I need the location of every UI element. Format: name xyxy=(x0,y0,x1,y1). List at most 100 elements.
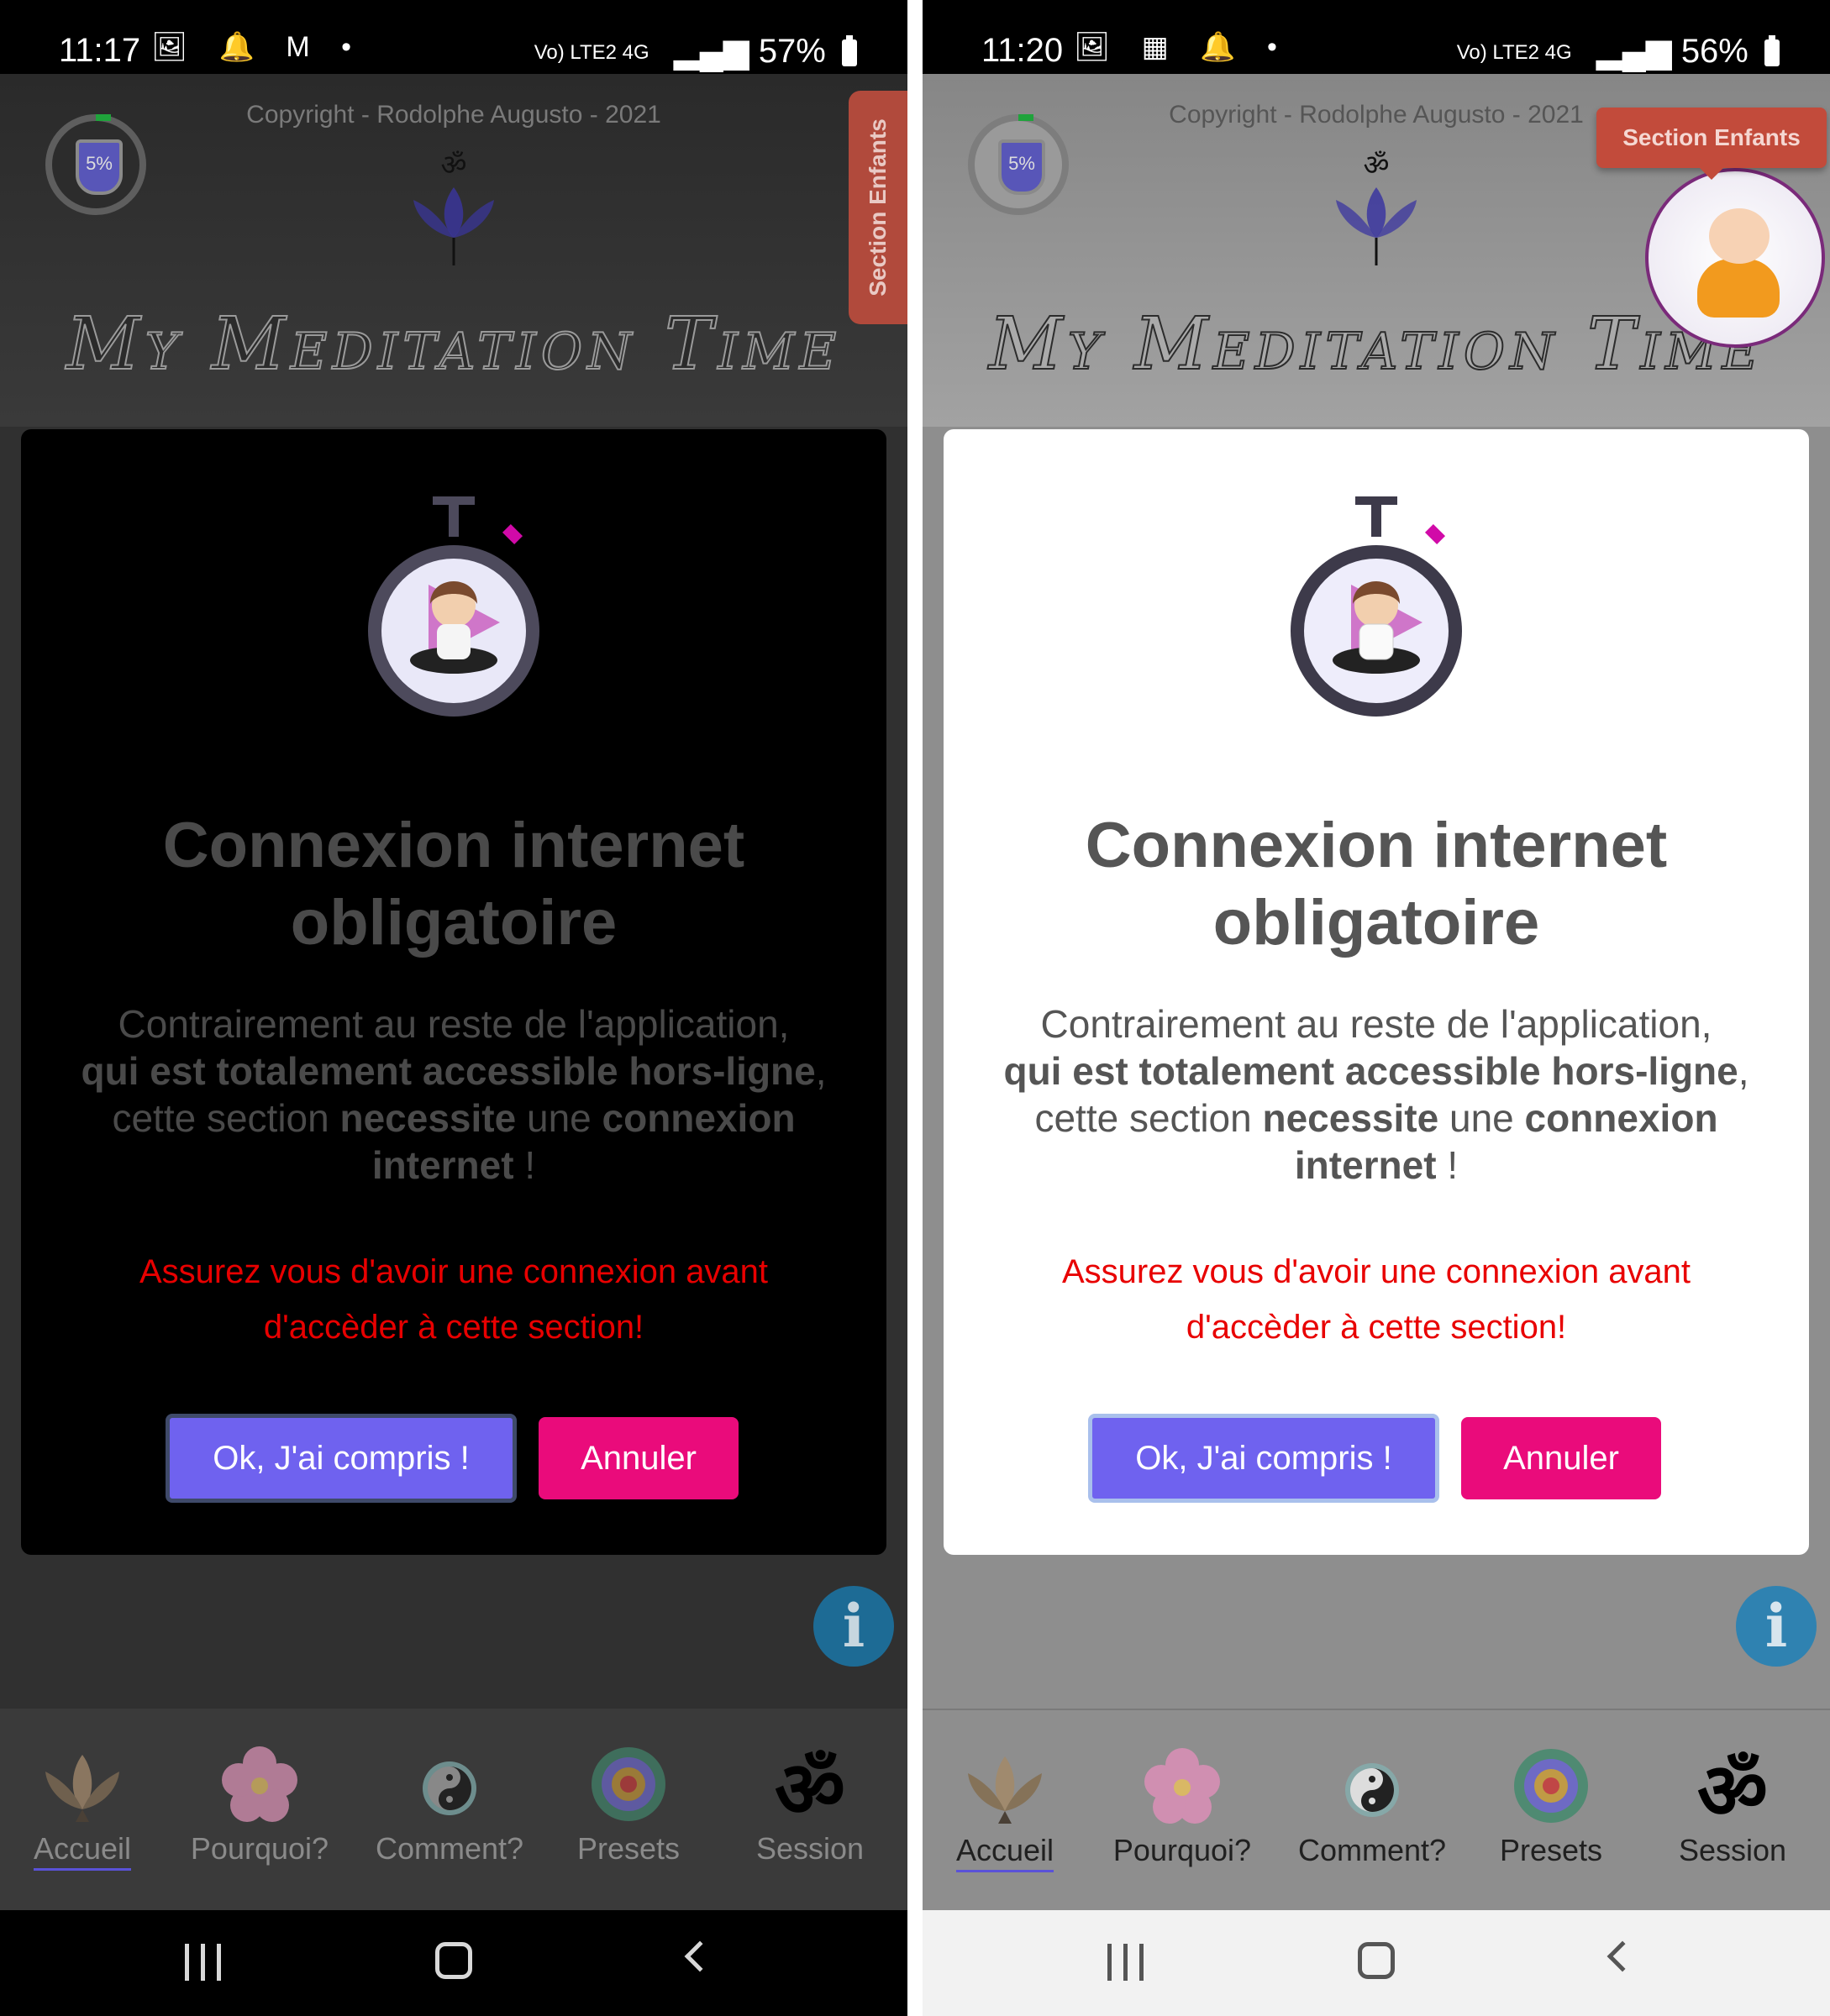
ok-understood-button[interactable]: Ok, J'ai compris ! xyxy=(1088,1414,1439,1503)
body-text: cette section xyxy=(1034,1096,1252,1140)
nav-item-session[interactable]: ॐ Session xyxy=(1635,1710,1830,1912)
nav-item-presets[interactable]: Presets xyxy=(544,1709,713,1910)
modal-warning: Assurez vous d'avoir une connexion avant… xyxy=(1061,1253,1691,1346)
nav-item-comment[interactable]: Comment? xyxy=(355,1709,544,1910)
notification-icons: 🖼 🔔 M • xyxy=(151,31,364,63)
system-navigation-bar xyxy=(0,1910,907,2016)
bottom-navigation: Accueil Pourquoi? Comment? Presets ॐ Ses… xyxy=(0,1709,907,1910)
nav-item-pourquoi[interactable]: Pourquoi? xyxy=(1087,1710,1277,1912)
active-indicator xyxy=(34,1868,131,1871)
nav-label: Pourquoi? xyxy=(1112,1833,1252,1867)
phone-screen-dark: 11:17 🖼 🔔 M • Vo) LTE2 4G ▂▄▆ 57% Copyri… xyxy=(0,0,907,2016)
internet-required-modal: Connexion internet obligatoire Contraire… xyxy=(944,429,1809,1555)
om-icon: ॐ xyxy=(775,1745,845,1826)
status-right: Vo) LTE2 4G ▂▄▆ 56% xyxy=(1457,32,1780,71)
app-title: My Meditation Time xyxy=(66,302,842,387)
svg-text:ॐ: ॐ xyxy=(775,1745,845,1826)
internet-required-modal: Connexion internet obligatoire Contraire… xyxy=(21,429,886,1555)
active-indicator xyxy=(956,1870,1054,1872)
network-icon: Vo) LTE2 4G xyxy=(534,41,649,65)
modal-body: Contrairement au reste de l'application,… xyxy=(977,1000,1775,1189)
modal-title: Connexion internet obligatoire xyxy=(1085,810,1668,958)
kids-section-label: Section Enfants xyxy=(865,118,891,297)
nav-label: Pourquoi? xyxy=(190,1831,329,1866)
phone-screen-light: 11:20 🖼 ▦ 🔔 • Vo) LTE2 4G ▂▄▆ 56% Copyri… xyxy=(923,0,1830,2016)
om-icon: ॐ xyxy=(1697,1746,1768,1828)
body-exclamation: ! xyxy=(1447,1143,1459,1187)
status-right: Vo) LTE2 4G ▂▄▆ 57% xyxy=(534,32,857,71)
shield-icon: 5% xyxy=(76,139,123,195)
mandala-icon xyxy=(592,1747,665,1821)
body-text: une xyxy=(526,1096,592,1140)
body-comma: , xyxy=(1738,1049,1749,1093)
nav-label: Presets xyxy=(1499,1833,1603,1867)
progress-arc xyxy=(1018,114,1033,121)
yin-yang-icon xyxy=(1345,1763,1399,1817)
nav-label: Session xyxy=(755,1831,865,1866)
cancel-button[interactable]: Annuler xyxy=(539,1417,739,1499)
network-icon: Vo) LTE2 4G xyxy=(1456,41,1572,65)
svg-text:ॐ: ॐ xyxy=(1363,149,1389,182)
info-icon[interactable]: i xyxy=(1736,1586,1817,1667)
signal-icon: ▂▄▆ xyxy=(673,33,749,70)
monk-body xyxy=(1697,259,1780,318)
baby-monk-icon xyxy=(1709,208,1770,264)
bottom-navigation: Accueil Pourquoi? Comment? Presets ॐ Ses… xyxy=(923,1709,1830,1912)
recent-apps-icon[interactable] xyxy=(185,1944,222,1981)
ok-understood-button[interactable]: Ok, J'ai compris ! xyxy=(166,1414,517,1503)
body-bold-necessite: necessite xyxy=(339,1096,517,1140)
body-text: cette section xyxy=(112,1096,329,1140)
cancel-button[interactable]: Annuler xyxy=(1461,1417,1661,1499)
back-icon[interactable] xyxy=(684,1940,716,1972)
home-icon[interactable] xyxy=(435,1942,472,1979)
lotus-icon xyxy=(968,1756,1042,1824)
recent-apps-icon[interactable] xyxy=(1107,1944,1144,1981)
kids-section-tooltip[interactable]: Section Enfants xyxy=(1596,108,1827,180)
progress-badge[interactable]: 5% xyxy=(968,114,1069,215)
screen-divider xyxy=(907,0,923,2016)
status-bar: 11:17 🖼 🔔 M • Vo) LTE2 4G ▂▄▆ 57% xyxy=(0,0,907,74)
progress-arc xyxy=(96,114,111,121)
battery-percent: 56% xyxy=(1680,33,1748,70)
nav-label: Comment? xyxy=(375,1831,524,1866)
status-bar: 11:20 🖼 ▦ 🔔 • Vo) LTE2 4G ▂▄▆ 56% xyxy=(923,0,1830,74)
body-text: Contrairement au reste de l'application, xyxy=(118,1002,790,1046)
battery-icon xyxy=(1764,35,1780,67)
meditation-timer-icon xyxy=(1291,496,1462,717)
meditation-timer-icon xyxy=(368,496,539,717)
lotus-icon xyxy=(45,1755,119,1822)
notification-icons: 🖼 ▦ 🔔 • xyxy=(1074,31,1289,63)
flower-icon xyxy=(222,1746,297,1822)
status-time: 11:17 xyxy=(59,32,141,69)
modal-warning: Assurez vous d'avoir une connexion avant… xyxy=(139,1253,769,1346)
nav-item-accueil[interactable]: Accueil xyxy=(0,1709,165,1910)
body-comma: , xyxy=(815,1049,827,1093)
nav-item-comment[interactable]: Comment? xyxy=(1277,1710,1467,1912)
battery-icon xyxy=(842,35,857,67)
home-icon[interactable] xyxy=(1358,1942,1395,1979)
shield-icon: 5% xyxy=(998,139,1045,195)
system-navigation-bar xyxy=(923,1910,1830,2016)
svg-text:ॐ: ॐ xyxy=(440,149,466,182)
nav-item-session[interactable]: ॐ Session xyxy=(713,1709,907,1910)
om-lotus-logo-icon: ॐ xyxy=(413,149,494,265)
svg-text:ॐ: ॐ xyxy=(1697,1746,1768,1828)
nav-label: Presets xyxy=(576,1831,681,1866)
nav-label: Accueil xyxy=(33,1831,132,1866)
nav-item-pourquoi[interactable]: Pourquoi? xyxy=(165,1709,355,1910)
back-icon[interactable] xyxy=(1607,1940,1638,1972)
nav-label: Comment? xyxy=(1297,1833,1447,1867)
progress-badge[interactable]: 5% xyxy=(45,114,146,215)
nav-item-presets[interactable]: Presets xyxy=(1467,1710,1635,1912)
om-lotus-logo-icon: ॐ xyxy=(1336,149,1417,265)
signal-icon: ▂▄▆ xyxy=(1596,33,1672,70)
mandala-icon xyxy=(1514,1749,1588,1823)
info-icon[interactable]: i xyxy=(813,1586,894,1667)
kids-section-tab[interactable]: Section Enfants xyxy=(849,91,907,324)
nav-item-accueil[interactable]: Accueil xyxy=(923,1710,1087,1912)
modal-title: Connexion internet obligatoire xyxy=(162,810,745,958)
copyright-text: Copyright - Rodolphe Augusto - 2021 xyxy=(246,101,661,129)
nav-label: Session xyxy=(1678,1833,1787,1867)
kids-section-button[interactable] xyxy=(1645,168,1825,348)
body-exclamation: ! xyxy=(524,1143,536,1187)
